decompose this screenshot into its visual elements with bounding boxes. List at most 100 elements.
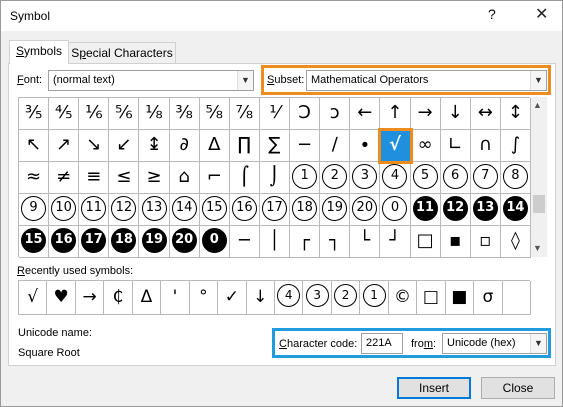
symbol-cell[interactable]: 11: [79, 194, 110, 226]
symbol-cell[interactable]: ∕: [320, 130, 351, 162]
insert-button[interactable]: Insert: [397, 377, 471, 399]
symbol-cell[interactable]: ▫: [470, 226, 501, 258]
recent-symbol-cell[interactable]: [502, 281, 531, 315]
symbol-cell[interactable]: ┘: [380, 226, 411, 258]
symbol-cell[interactable]: ↖: [19, 130, 50, 162]
symbol-cell[interactable]: ↑: [380, 98, 411, 130]
symbol-cell[interactable]: 5: [410, 162, 441, 194]
symbol-cell[interactable]: ⅝: [199, 98, 230, 130]
symbol-cell[interactable]: ∞: [410, 130, 441, 162]
symbol-cell[interactable]: ↔: [470, 98, 501, 130]
recent-symbol-cell[interactable]: ↓: [246, 281, 275, 315]
symbol-cell[interactable]: 20: [169, 226, 200, 258]
symbol-cell[interactable]: 16: [49, 226, 80, 258]
symbol-cell[interactable]: 13: [470, 194, 501, 226]
chevron-down-icon[interactable]: ▼: [530, 71, 546, 90]
recent-symbol-cell[interactable]: ■: [445, 281, 475, 315]
symbol-cell[interactable]: ∫: [500, 130, 531, 162]
recent-symbol-cell[interactable]: 2: [331, 281, 361, 315]
symbol-cell[interactable]: ↄ: [320, 98, 351, 130]
symbol-cell[interactable]: ≈: [19, 162, 50, 194]
recent-symbol-cell[interactable]: °: [189, 281, 219, 315]
help-button[interactable]: ?: [488, 6, 496, 22]
symbol-cell[interactable]: ▪: [440, 226, 471, 258]
symbol-cell[interactable]: ⅜: [169, 98, 200, 130]
scroll-thumb[interactable]: [533, 195, 545, 213]
symbol-cell[interactable]: 15: [199, 194, 230, 226]
symbol-cell[interactable]: 12: [440, 194, 471, 226]
symbol-cell[interactable]: 18: [290, 194, 321, 226]
close-button[interactable]: Close: [481, 377, 555, 399]
symbol-cell[interactable]: 19: [320, 194, 351, 226]
symbol-cell[interactable]: 16: [229, 194, 260, 226]
recent-symbol-cell[interactable]: σ: [474, 281, 503, 315]
subset-select[interactable]: Mathematical Operators ▼: [306, 70, 547, 91]
symbol-cell[interactable]: ⌐: [199, 162, 230, 194]
symbol-cell[interactable]: 12: [109, 194, 140, 226]
symbol-cell[interactable]: ⅘: [49, 98, 80, 130]
symbol-cell[interactable]: 20: [350, 194, 381, 226]
symbol-cell[interactable]: ∩: [470, 130, 501, 162]
chevron-down-icon[interactable]: ▼: [530, 334, 546, 353]
symbol-cell[interactable]: ∑: [259, 130, 291, 162]
symbol-cell[interactable]: ⅙: [79, 98, 110, 130]
symbol-cell[interactable]: ┐: [320, 226, 351, 258]
symbol-cell[interactable]: 10: [49, 194, 80, 226]
recent-symbol-cell[interactable]: □: [417, 281, 446, 315]
tab-special-characters[interactable]: Special Characters: [68, 42, 176, 64]
from-select[interactable]: Unicode (hex) ▼: [442, 333, 547, 354]
symbol-cell[interactable]: ⅗: [19, 98, 50, 130]
symbol-cell[interactable]: ≡: [79, 162, 110, 194]
symbol-cell[interactable]: ↘: [79, 130, 110, 162]
symbol-cell-selected[interactable]: √: [378, 128, 413, 164]
symbol-cell[interactable]: 2: [320, 162, 351, 194]
recent-symbol-cell[interactable]: ✓: [218, 281, 247, 315]
symbol-cell[interactable]: 11: [410, 194, 441, 226]
symbol-cell[interactable]: ↗: [49, 130, 80, 162]
recent-symbol-cell[interactable]: 1: [360, 281, 389, 315]
symbol-cell[interactable]: ≥: [139, 162, 170, 194]
symbol-cell[interactable]: −: [290, 130, 321, 162]
grid-scrollbar[interactable]: ▲ ▼: [531, 97, 547, 257]
symbol-cell[interactable]: 19: [139, 226, 170, 258]
symbol-cell[interactable]: ≠: [49, 162, 80, 194]
symbol-cell[interactable]: ⅟: [259, 98, 291, 130]
symbol-cell[interactable]: ⅚: [109, 98, 140, 130]
recent-symbol-cell[interactable]: ₵: [104, 281, 133, 315]
close-window-icon[interactable]: ✕: [535, 4, 548, 24]
symbol-cell[interactable]: ┌: [290, 226, 321, 258]
recent-symbol-cell[interactable]: ©: [388, 281, 418, 315]
symbol-cell[interactable]: ∙: [350, 130, 381, 162]
symbol-cell[interactable]: 3: [350, 162, 381, 194]
recent-symbol-cell[interactable]: →: [75, 281, 105, 315]
symbol-cell[interactable]: ≤: [109, 162, 140, 194]
symbol-cell[interactable]: 1: [290, 162, 321, 194]
tab-symbols[interactable]: Symbols: [9, 40, 69, 64]
symbol-cell[interactable]: ◊: [500, 226, 531, 258]
recent-symbol-cell[interactable]: Δ: [132, 281, 162, 315]
symbol-cell[interactable]: ⌡: [259, 162, 291, 194]
symbol-cell[interactable]: 14: [169, 194, 200, 226]
recent-symbol-cell[interactable]: ': [161, 281, 190, 315]
symbol-cell[interactable]: ∏: [229, 130, 260, 162]
symbol-cell[interactable]: □: [410, 226, 441, 258]
symbol-cell[interactable]: 14: [500, 194, 531, 226]
symbol-cell[interactable]: ⅛: [139, 98, 170, 130]
symbol-cell[interactable]: 4: [380, 162, 411, 194]
symbol-cell[interactable]: 17: [259, 194, 291, 226]
symbol-cell[interactable]: 6: [440, 162, 471, 194]
symbol-cell[interactable]: ↓: [440, 98, 471, 130]
symbol-cell[interactable]: ↨: [139, 130, 170, 162]
symbol-cell[interactable]: ⅞: [229, 98, 260, 130]
symbol-cell[interactable]: 13: [139, 194, 170, 226]
scroll-down-icon[interactable]: ▼: [533, 243, 542, 253]
recent-symbol-cell[interactable]: 3: [303, 281, 332, 315]
recent-symbol-cell[interactable]: √: [19, 281, 48, 315]
symbol-cell[interactable]: ↙: [109, 130, 140, 162]
symbol-cell[interactable]: ⌠: [229, 162, 260, 194]
symbol-cell[interactable]: ∂: [169, 130, 200, 162]
symbol-cell[interactable]: 18: [109, 226, 140, 258]
symbol-cell[interactable]: ←: [350, 98, 381, 130]
symbol-cell[interactable]: →: [410, 98, 441, 130]
symbol-cell[interactable]: 7: [470, 162, 501, 194]
